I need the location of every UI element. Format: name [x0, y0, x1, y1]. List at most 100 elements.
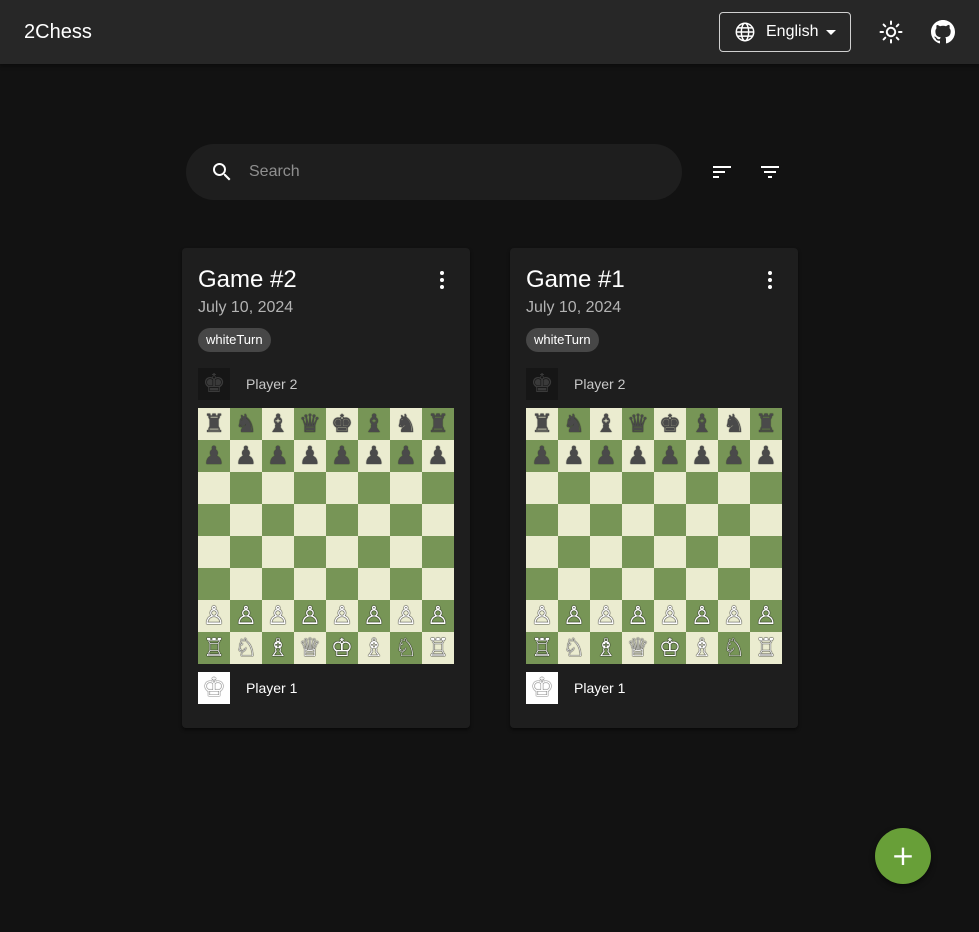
board-square[interactable]: ♜	[750, 408, 782, 440]
board-square[interactable]: ♙	[326, 600, 358, 632]
board-square[interactable]: ♙	[262, 600, 294, 632]
board-square[interactable]: ♘	[230, 632, 262, 664]
app-title[interactable]: 2Chess	[24, 20, 92, 44]
board-square[interactable]: ♘	[718, 632, 750, 664]
language-select[interactable]: English	[719, 12, 851, 52]
board-square[interactable]	[326, 568, 358, 600]
chess-piece[interactable]: ♟	[427, 440, 449, 472]
board-square[interactable]	[358, 536, 390, 568]
chess-piece[interactable]: ♘	[235, 632, 257, 664]
chess-piece[interactable]: ♙	[267, 600, 289, 632]
chess-piece[interactable]: ♙	[659, 600, 681, 632]
board-square[interactable]	[262, 536, 294, 568]
chess-piece[interactable]: ♟	[691, 440, 713, 472]
chess-piece[interactable]: ♙	[299, 600, 321, 632]
board-square[interactable]: ♖	[526, 632, 558, 664]
chess-piece[interactable]: ♙	[235, 600, 257, 632]
board-square[interactable]	[422, 472, 454, 504]
chess-piece[interactable]: ♔	[659, 632, 681, 664]
chess-piece[interactable]: ♟	[531, 440, 553, 472]
board-square[interactable]	[590, 568, 622, 600]
board-square[interactable]	[526, 568, 558, 600]
chess-piece[interactable]: ♞	[723, 408, 745, 440]
board-square[interactable]: ♞	[230, 408, 262, 440]
board-square[interactable]: ♔	[654, 632, 686, 664]
board-square[interactable]: ♙	[422, 600, 454, 632]
board-square[interactable]: ♟	[750, 440, 782, 472]
sort-button[interactable]	[702, 152, 742, 192]
chess-piece[interactable]: ♕	[627, 632, 649, 664]
board-square[interactable]	[718, 472, 750, 504]
filter-button[interactable]	[750, 152, 790, 192]
board-square[interactable]	[718, 568, 750, 600]
chess-piece[interactable]: ♙	[691, 600, 713, 632]
chess-piece[interactable]: ♟	[595, 440, 617, 472]
board-square[interactable]	[686, 504, 718, 536]
board-square[interactable]	[590, 504, 622, 536]
chess-piece[interactable]: ♘	[395, 632, 417, 664]
board-square[interactable]: ♙	[654, 600, 686, 632]
board-square[interactable]	[622, 472, 654, 504]
board-square[interactable]: ♟	[622, 440, 654, 472]
theme-toggle-button[interactable]	[871, 12, 911, 52]
chess-piece[interactable]: ♟	[755, 440, 777, 472]
board-square[interactable]	[326, 472, 358, 504]
board-square[interactable]: ♖	[198, 632, 230, 664]
board-square[interactable]: ♛	[622, 408, 654, 440]
board-square[interactable]: ♗	[358, 632, 390, 664]
board-square[interactable]	[750, 472, 782, 504]
board-square[interactable]: ♟	[422, 440, 454, 472]
chess-piece[interactable]: ♛	[299, 408, 321, 440]
board-square[interactable]: ♟	[230, 440, 262, 472]
board-square[interactable]: ♟	[526, 440, 558, 472]
board-square[interactable]	[198, 472, 230, 504]
board-square[interactable]: ♚	[326, 408, 358, 440]
chess-piece[interactable]: ♗	[691, 632, 713, 664]
board-square[interactable]: ♟	[294, 440, 326, 472]
board-square[interactable]	[262, 472, 294, 504]
chess-board[interactable]: ♜ ♞ ♝ ♛ ♚ ♝ ♞ ♜ ♟ ♟ ♟ ♟ ♟ ♟ ♟ ♟ ♙ ♙ ♙ ♙ ♙ ♙ ♙ ♙ ♖ ♘ ♗ ♕ ♔ ♗ ♘ ♖	[526, 408, 782, 664]
chess-piece[interactable]: ♖	[203, 632, 225, 664]
board-square[interactable]	[358, 568, 390, 600]
board-square[interactable]: ♜	[198, 408, 230, 440]
chess-piece[interactable]: ♞	[563, 408, 585, 440]
board-square[interactable]	[750, 504, 782, 536]
board-square[interactable]: ♝	[358, 408, 390, 440]
board-square[interactable]: ♗	[686, 632, 718, 664]
board-square[interactable]	[686, 568, 718, 600]
chess-piece[interactable]: ♙	[331, 600, 353, 632]
board-square[interactable]	[230, 472, 262, 504]
more-vert-icon[interactable]	[754, 264, 786, 296]
board-square[interactable]	[390, 504, 422, 536]
chess-piece[interactable]: ♟	[395, 440, 417, 472]
board-square[interactable]: ♙	[558, 600, 590, 632]
board-square[interactable]: ♟	[390, 440, 422, 472]
chess-piece[interactable]: ♙	[627, 600, 649, 632]
board-square[interactable]	[526, 536, 558, 568]
chess-piece[interactable]: ♟	[267, 440, 289, 472]
chess-piece[interactable]: ♛	[627, 408, 649, 440]
board-square[interactable]	[654, 536, 686, 568]
board-square[interactable]	[358, 472, 390, 504]
more-vert-icon[interactable]	[426, 264, 458, 296]
board-square[interactable]	[294, 536, 326, 568]
chess-piece[interactable]: ♙	[723, 600, 745, 632]
board-square[interactable]	[422, 568, 454, 600]
board-square[interactable]	[750, 568, 782, 600]
board-square[interactable]: ♙	[294, 600, 326, 632]
board-square[interactable]: ♙	[622, 600, 654, 632]
chess-piece[interactable]: ♟	[235, 440, 257, 472]
board-square[interactable]	[558, 472, 590, 504]
board-square[interactable]: ♙	[750, 600, 782, 632]
chess-piece[interactable]: ♙	[563, 600, 585, 632]
chess-piece[interactable]: ♞	[395, 408, 417, 440]
board-square[interactable]	[358, 504, 390, 536]
board-square[interactable]: ♙	[590, 600, 622, 632]
board-square[interactable]	[622, 568, 654, 600]
chess-piece[interactable]: ♟	[659, 440, 681, 472]
board-square[interactable]	[654, 504, 686, 536]
add-game-button[interactable]: +	[875, 828, 931, 884]
board-square[interactable]: ♞	[390, 408, 422, 440]
board-square[interactable]	[294, 504, 326, 536]
board-square[interactable]	[558, 536, 590, 568]
